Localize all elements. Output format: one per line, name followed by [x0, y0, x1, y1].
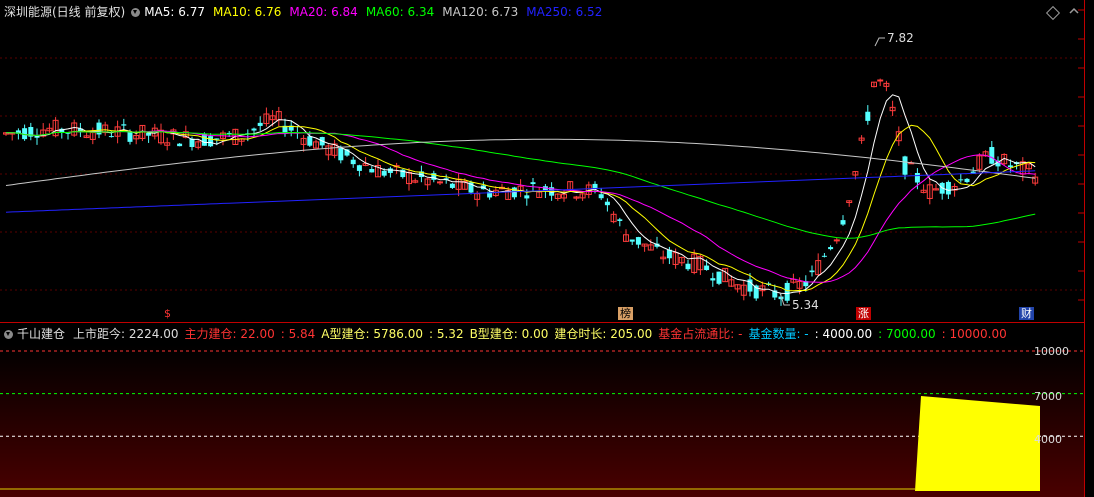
marker-dollar[interactable]: $ — [162, 307, 173, 320]
candle-body — [989, 147, 995, 164]
ma120-line — [5, 138, 1036, 186]
candle-body — [350, 159, 356, 165]
candle-body — [877, 79, 884, 82]
candle-body — [127, 131, 133, 142]
candle-body — [604, 201, 610, 206]
candle-body — [958, 179, 964, 181]
candle-body — [437, 181, 443, 184]
ma20-line — [6, 130, 1036, 283]
candle-body — [617, 219, 623, 221]
candle-body — [307, 136, 313, 146]
candle-body — [257, 122, 263, 126]
candle-body — [635, 237, 641, 245]
candle-body — [251, 128, 257, 131]
candle-body — [704, 265, 710, 271]
candle-body — [710, 278, 716, 281]
candle-body — [865, 111, 871, 121]
high-pointer — [874, 37, 885, 47]
candle-body — [381, 170, 387, 176]
candle-body — [449, 183, 455, 188]
candle-body — [828, 247, 834, 250]
candle-body — [598, 194, 604, 199]
marker-bang[interactable]: 榜 — [618, 307, 633, 320]
axis-tick-4000: 4000 — [1034, 433, 1062, 446]
candle-body — [530, 182, 536, 185]
candle-body — [809, 270, 815, 273]
indicator-chart[interactable] — [0, 323, 1084, 497]
candle-body — [840, 220, 846, 225]
ma10-line — [6, 124, 1036, 292]
low-price-label: 5.34 — [792, 298, 819, 312]
high-price-label: 7.82 — [887, 31, 914, 45]
candle-body — [338, 148, 344, 161]
candle-body — [177, 143, 183, 147]
candle-body — [914, 172, 920, 183]
candlestick-chart[interactable]: 7.82 5.34 — [0, 0, 1084, 322]
candle-body — [784, 282, 790, 301]
candle-body — [821, 255, 827, 257]
candle-body — [387, 168, 393, 173]
right-axis-line — [1084, 0, 1085, 497]
candle-body — [524, 195, 530, 199]
axis-tick-10000: 10000 — [1034, 345, 1069, 358]
candle-body — [716, 271, 722, 284]
candle-body — [629, 239, 635, 242]
ma250-line — [5, 170, 1036, 213]
axis-tick-7000: 7000 — [1034, 390, 1062, 403]
marker-cai[interactable]: 财 — [1019, 307, 1034, 320]
marker-zhang[interactable]: 涨 — [856, 307, 871, 320]
candle-body — [833, 239, 840, 242]
candle-body — [945, 181, 951, 195]
candle-body — [685, 263, 691, 270]
candle-body — [356, 165, 362, 171]
candle-body — [592, 183, 598, 189]
candle-body — [902, 156, 908, 175]
candle-body — [369, 168, 375, 173]
candle-body — [964, 178, 970, 183]
candle-body — [208, 136, 214, 147]
candle-body — [1007, 165, 1013, 168]
candle-body — [121, 124, 127, 126]
candle-body — [108, 136, 114, 138]
a-type-area — [915, 396, 1040, 491]
candle-body — [22, 128, 28, 140]
